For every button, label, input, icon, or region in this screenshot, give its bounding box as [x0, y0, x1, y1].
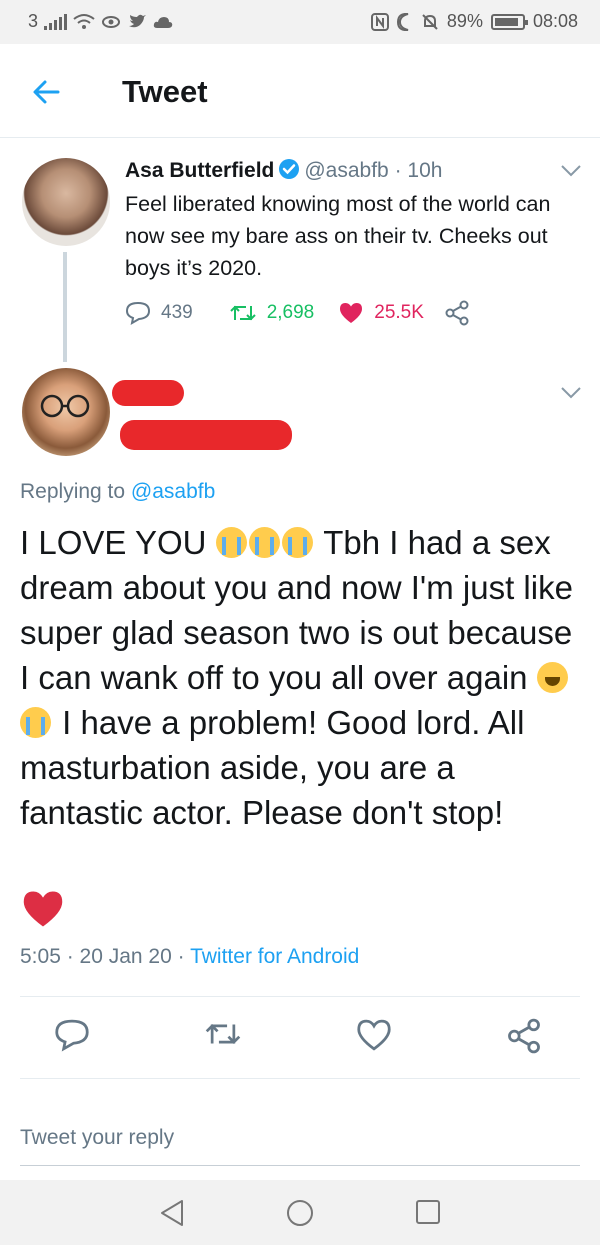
page-title: Tweet	[122, 74, 208, 109]
avatar-asa-butterfield[interactable]	[22, 158, 110, 246]
loudly-crying-emoji-icon	[248, 527, 280, 558]
share-icon[interactable]	[506, 1018, 542, 1054]
battery-icon	[490, 13, 528, 30]
reply-action[interactable]: 439	[125, 301, 193, 325]
eye-icon	[102, 15, 121, 28]
glasses-icon	[40, 394, 90, 418]
redacted-name	[112, 380, 184, 406]
tweet-time: 5:05	[20, 945, 61, 968]
like-count: 25.5K	[374, 302, 424, 323]
author-handle[interactable]: @asabfb	[304, 159, 388, 182]
nav-back-icon[interactable]	[158, 1198, 186, 1228]
replying-to-handle[interactable]: @asabfb	[131, 480, 215, 503]
heart-filled-icon	[340, 303, 363, 323]
loudly-crying-emoji-icon	[281, 527, 313, 558]
reply-input[interactable]: Tweet your reply	[20, 1122, 580, 1166]
signal-icon	[44, 13, 68, 30]
status-left: 3	[28, 11, 173, 32]
replying-to: Replying to @asabfb	[20, 480, 215, 504]
avatar-reply-author[interactable]	[22, 368, 110, 456]
share-icon[interactable]	[444, 300, 470, 326]
heart-icon[interactable]	[356, 1018, 392, 1052]
status-bar: 3 89% 08:08	[0, 0, 600, 44]
reply-text-part1: I LOVE YOU	[20, 524, 207, 561]
tweet-source[interactable]: Twitter for Android	[190, 945, 359, 968]
tweet-time-ago: · 10h	[394, 159, 443, 182]
status-right: 89% 08:08	[370, 11, 578, 32]
original-tweet-text: Feel liberated knowing most of the world…	[125, 192, 551, 280]
loudly-crying-emoji-icon	[215, 527, 247, 558]
system-nav-bar	[0, 1180, 600, 1245]
retweet-action[interactable]: 2,698	[229, 302, 315, 324]
clock: 08:08	[532, 11, 578, 31]
reply-count: 439	[161, 302, 193, 323]
redacted-handle	[120, 420, 292, 450]
original-tweet-actions: 439 2,698 25.5K	[125, 300, 470, 326]
thread-line	[63, 252, 67, 362]
nfc-icon	[370, 12, 389, 31]
cloud-icon	[153, 16, 173, 28]
battery-percent: 89%	[446, 11, 483, 31]
comment-icon[interactable]	[54, 1018, 90, 1052]
like-action[interactable]: 25.5K	[338, 301, 424, 325]
loudly-crying-emoji-icon	[20, 707, 51, 738]
nav-home-icon[interactable]	[285, 1198, 315, 1228]
tweet-date: · 20 Jan 20 ·	[66, 945, 185, 968]
retweet-icon[interactable]	[204, 1018, 242, 1050]
reply-tweet-text: I LOVE YOU Tbh I had a sex dream about y…	[20, 520, 585, 835]
retweet-count: 2,698	[266, 302, 315, 323]
replying-to-label: Replying to	[20, 480, 126, 503]
reply-tweet-actions	[0, 1010, 600, 1066]
divider	[20, 996, 580, 997]
red-heart-emoji-icon	[23, 891, 63, 927]
verified-badge-icon	[279, 159, 300, 179]
reply-text-part3: I have a problem! Good lord. All masturb…	[20, 704, 525, 831]
nav-recents-icon[interactable]	[414, 1198, 442, 1226]
tears-of-joy-emoji-icon	[536, 662, 568, 693]
chevron-down-icon[interactable]	[560, 164, 582, 178]
divider	[20, 1078, 580, 1079]
chevron-down-icon[interactable]	[560, 386, 582, 400]
tweet-meta: 5:05 · 20 Jan 20 · Twitter for Android	[20, 945, 359, 969]
original-tweet-header: Asa Butterfield @asabfb · 10h	[125, 158, 442, 183]
arrow-left-icon	[33, 80, 60, 104]
top-bar: Tweet	[0, 44, 600, 138]
moon-icon	[396, 12, 409, 31]
back-button[interactable]	[28, 74, 64, 110]
carrier-label: 3	[28, 11, 39, 31]
battery-fill	[494, 17, 518, 26]
retweet-icon	[229, 305, 256, 321]
twitter-bird-icon	[129, 14, 147, 27]
author-name[interactable]: Asa Butterfield	[125, 159, 274, 182]
bell-muted-icon	[422, 13, 438, 30]
wifi-icon	[73, 13, 95, 29]
comment-icon	[125, 301, 151, 325]
